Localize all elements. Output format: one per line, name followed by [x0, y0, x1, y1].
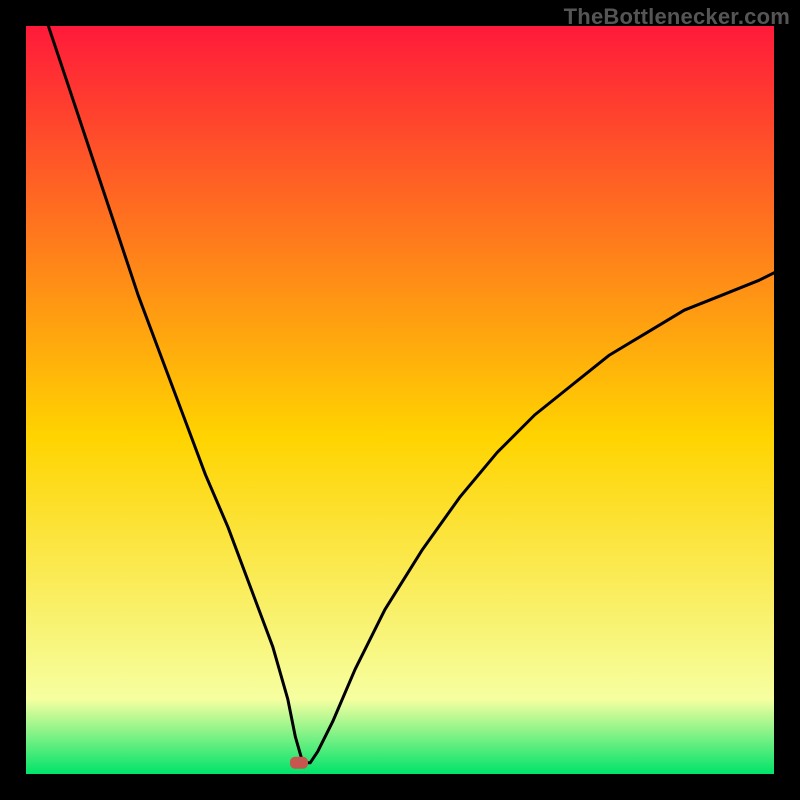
optimal-marker [290, 757, 308, 769]
watermark-text: TheBottlenecker.com [564, 4, 790, 30]
chart-frame: TheBottlenecker.com [0, 0, 800, 800]
bottleneck-chart [26, 26, 774, 774]
plot-background [26, 26, 774, 774]
